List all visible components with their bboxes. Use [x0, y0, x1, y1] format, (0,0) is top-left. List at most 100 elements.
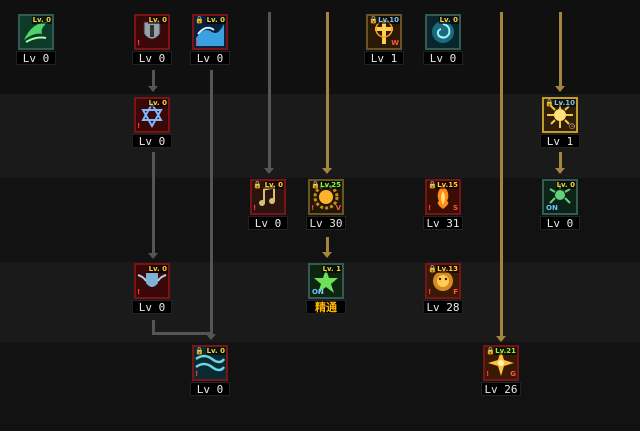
skill-required-level: Lv. 0 — [147, 265, 168, 273]
skill-required-level: Lv.21 — [494, 347, 517, 355]
arrow-s12 — [148, 253, 158, 259]
skill-hexagram[interactable]: Lv. 0 ! Lv 0 — [132, 97, 172, 148]
skill-required-level: Lv. 0 — [147, 16, 168, 24]
arrow-s9 — [322, 168, 332, 174]
skill-level: Lv 0 — [248, 216, 288, 230]
green-wing-icon: Lv. 0 — [18, 14, 54, 50]
golden-spark-icon: 🔒 Lv.21 ! G — [483, 345, 519, 381]
skill-required-level: Lv. 1 — [321, 265, 342, 273]
link-top-s9 — [326, 12, 329, 170]
link-s12-s15-b — [152, 332, 212, 335]
skill-green-star[interactable]: Lv. 1 ON 精通 — [306, 263, 346, 314]
arrow-s15 — [206, 334, 216, 340]
skill-water-wave[interactable]: 🔒 Lv. 0 ! Lv 0 — [190, 14, 230, 65]
alert-icon: ! — [253, 204, 257, 212]
arrow-s16 — [496, 336, 506, 342]
alert-icon: ! — [311, 204, 315, 212]
skill-golden-burst[interactable]: 🔒 Lv.10 ◷ Lv 1 — [540, 97, 580, 148]
skill-level: Lv 28 — [423, 300, 463, 314]
skill-level: Lv 0 — [132, 51, 172, 65]
alert-icon: ! — [428, 288, 432, 296]
link-top-s16 — [500, 12, 503, 338]
skill-required-level: Lv. 0 — [205, 16, 226, 24]
skill-green-wing[interactable]: Lv. 0 Lv 0 — [16, 14, 56, 65]
skill-level: Lv 0 — [132, 134, 172, 148]
toggle-on-icon: ON — [312, 288, 324, 296]
link-top-s8 — [268, 12, 271, 170]
toggle-on-icon: ON — [546, 204, 558, 212]
green-spore-icon: Lv. 0 ON — [542, 179, 578, 215]
skill-level: Lv 0 — [423, 51, 463, 65]
hotkey-f-icon: F — [453, 288, 458, 296]
alert-icon: ! — [486, 370, 490, 378]
music-note-icon: 🔒 Lv. 0 ! — [250, 179, 286, 215]
arrow-s7 — [555, 86, 565, 92]
skill-level: Lv 0 — [132, 300, 172, 314]
teal-wave-icon: 🔒 Lv. 0 ! — [192, 345, 228, 381]
skill-holy-cross[interactable]: 🔒 Lv.10 W Lv 1 — [364, 14, 404, 65]
skill-level: Lv 31 — [423, 216, 463, 230]
row-band-1 — [0, 0, 640, 94]
skill-required-level: Lv.15 — [436, 181, 459, 189]
skill-required-level: Lv.10 — [553, 99, 576, 107]
skill-sun-gear[interactable]: 🔒 Lv.25 ! V Lv 30 — [306, 179, 346, 230]
skill-required-level: Lv. 0 — [438, 16, 459, 24]
skill-required-level: Lv. 0 — [147, 99, 168, 107]
lock-icon: 🔒 — [195, 347, 204, 355]
hotkey-w-icon: W — [391, 39, 399, 47]
skill-level: Lv 1 — [364, 51, 404, 65]
lock-icon: 🔒 — [253, 181, 262, 189]
alert-icon: ! — [195, 39, 199, 47]
hotkey-g-icon: G — [510, 370, 516, 378]
link-top-s7 — [559, 12, 562, 88]
skill-spiral-orb[interactable]: Lv. 0 Lv 0 — [423, 14, 463, 65]
skill-required-level: Lv. 0 — [263, 181, 284, 189]
skill-level: Lv 0 — [16, 51, 56, 65]
skill-required-level: Lv. 0 — [31, 16, 52, 24]
alert-icon: ! — [195, 370, 199, 378]
winged-shield-icon: Lv. 0 ! — [134, 263, 170, 299]
flame-hand-icon: 🔒 Lv.15 ! S — [425, 179, 461, 215]
skill-green-spore[interactable]: Lv. 0 ON Lv 0 — [540, 179, 580, 230]
alert-icon: ! — [428, 204, 432, 212]
clock-icon: ◷ — [568, 122, 575, 130]
skill-required-level: Lv.13 — [436, 265, 459, 273]
golden-lion-icon: 🔒 Lv.13 ! F — [425, 263, 461, 299]
link-s3-s15 — [210, 70, 213, 336]
arrow-s8 — [264, 168, 274, 174]
link-s6-s12 — [152, 152, 155, 254]
hotkey-s-icon: S — [452, 204, 458, 212]
spiral-orb-icon: Lv. 0 — [425, 14, 461, 50]
shield-helm-icon: Lv. 0 ! — [134, 14, 170, 50]
holy-cross-icon: 🔒 Lv.10 W — [366, 14, 402, 50]
alert-icon: ! — [137, 122, 141, 130]
alert-icon: ! — [137, 288, 141, 296]
skill-golden-lion[interactable]: 🔒 Lv.13 ! F Lv 28 — [423, 263, 463, 314]
skill-winged-shield[interactable]: Lv. 0 ! Lv 0 — [132, 263, 172, 314]
skill-shield-helm[interactable]: Lv. 0 ! Lv 0 — [132, 14, 172, 65]
skill-required-level: Lv. 0 — [205, 347, 226, 355]
skill-teal-wave[interactable]: 🔒 Lv. 0 ! Lv 0 — [190, 345, 230, 396]
skill-music-note[interactable]: 🔒 Lv. 0 ! Lv 0 — [248, 179, 288, 230]
skill-required-level: Lv.25 — [319, 181, 342, 189]
skill-required-level: Lv. 0 — [555, 181, 576, 189]
alert-icon: ! — [137, 39, 141, 47]
water-wave-icon: 🔒 Lv. 0 ! — [192, 14, 228, 50]
skill-golden-spark[interactable]: 🔒 Lv.21 ! G Lv 26 — [481, 345, 521, 396]
hotkey-v-icon: V — [335, 204, 341, 212]
skill-required-level: Lv.10 — [377, 16, 400, 24]
green-star-icon: Lv. 1 ON — [308, 263, 344, 299]
golden-burst-icon: 🔒 Lv.10 ◷ — [542, 97, 578, 133]
skill-level: Lv 1 — [540, 134, 580, 148]
lock-icon: 🔒 — [195, 16, 204, 24]
skill-level: Lv 26 — [481, 382, 521, 396]
skill-mastery-label: 精通 — [306, 300, 346, 314]
arrow-s6 — [148, 86, 158, 92]
skill-level: Lv 0 — [540, 216, 580, 230]
arrow-s11 — [555, 168, 565, 174]
skill-level: Lv 30 — [306, 216, 346, 230]
hexagram-icon: Lv. 0 ! — [134, 97, 170, 133]
arrow-s13 — [322, 252, 332, 258]
skill-level: Lv 0 — [190, 382, 230, 396]
skill-flame-hand[interactable]: 🔒 Lv.15 ! S Lv 31 — [423, 179, 463, 230]
